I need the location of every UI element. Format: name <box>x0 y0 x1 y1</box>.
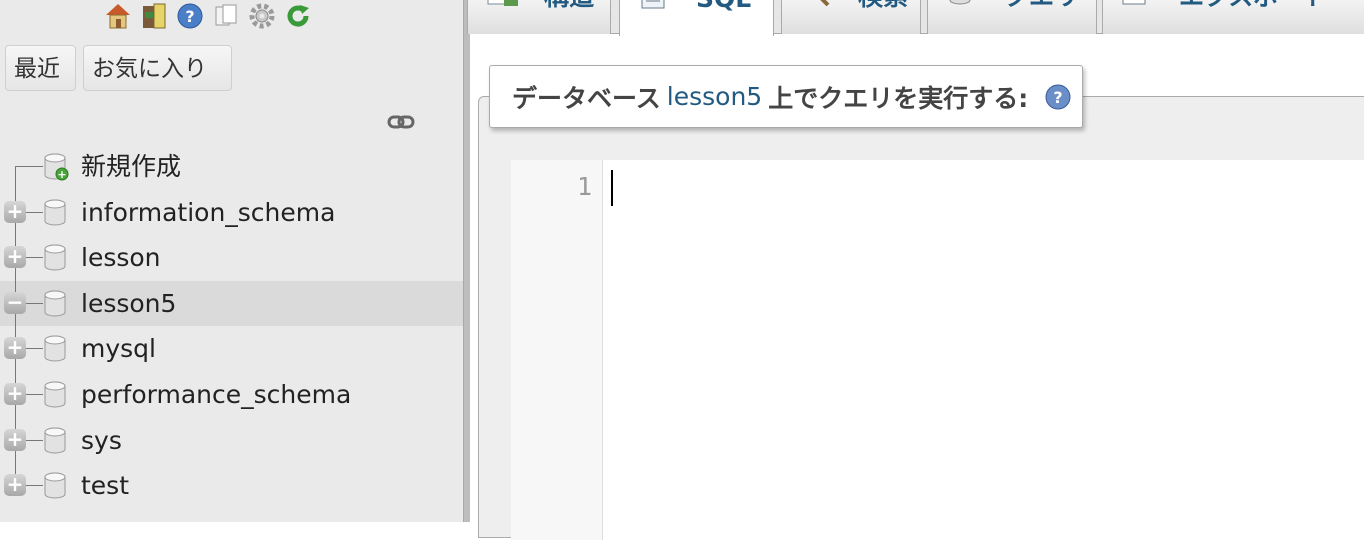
tree-line <box>26 211 43 213</box>
query-icon <box>946 0 980 12</box>
expand-icon[interactable]: + <box>4 382 26 405</box>
tree-item-lesson[interactable]: + lesson <box>0 235 463 282</box>
expand-icon[interactable]: + <box>4 428 26 451</box>
tree-item-new[interactable]: + 新規作成 <box>0 144 463 190</box>
legend-prefix: データベース <box>512 83 661 113</box>
tree-item-label[interactable]: test <box>81 463 129 508</box>
tree-line <box>26 257 43 259</box>
help-icon[interactable]: ? <box>1044 83 1072 111</box>
tab-structure[interactable]: 構造 <box>467 0 611 34</box>
tree-line <box>15 166 16 190</box>
search-icon <box>800 0 834 12</box>
new-database-icon[interactable]: + <box>43 153 69 185</box>
tab-export[interactable]: エクスポート <box>1102 0 1364 34</box>
tree-line <box>26 348 43 350</box>
help-icon[interactable]: ? <box>176 2 204 30</box>
documentation-icon[interactable] <box>212 2 240 30</box>
tree-item-mysql[interactable]: + mysql <box>0 326 463 373</box>
home-icon[interactable] <box>104 2 132 30</box>
nav-toolbar: ? <box>104 0 312 32</box>
chain-link-icon[interactable] <box>387 112 415 136</box>
structure-icon <box>486 0 520 12</box>
query-legend: データベース lesson5 上でクエリを実行する: ? <box>489 65 1084 128</box>
expand-icon[interactable]: + <box>4 474 26 497</box>
tree-item-label[interactable]: sys <box>81 418 122 463</box>
tab-search[interactable]: 検索 <box>781 0 921 34</box>
tree-item-performance-schema[interactable]: + performance_schema <box>0 371 463 418</box>
tree-item-label[interactable]: 新規作成 <box>81 144 181 189</box>
tree-line <box>26 393 43 395</box>
tree-item-label[interactable]: lesson <box>81 235 161 280</box>
tree-item-sys[interactable]: + sys <box>0 417 463 464</box>
tree-item-label[interactable]: performance_schema <box>81 372 351 417</box>
tree-item-label[interactable]: information_schema <box>81 190 335 235</box>
line-number-gutter: 1 <box>511 160 603 540</box>
tree-item-information-schema[interactable]: + information_schema <box>0 189 463 236</box>
export-icon <box>1121 0 1155 12</box>
database-icon[interactable] <box>43 427 69 459</box>
database-icon[interactable] <box>43 472 69 504</box>
sql-editor[interactable]: 1 <box>511 160 1364 540</box>
text-cursor <box>611 170 613 206</box>
expand-icon[interactable]: + <box>4 246 26 269</box>
main-panel: 構造 SQL 検索 クエリ エクスポート データ <box>467 0 1364 540</box>
tree-line <box>26 439 43 441</box>
database-icon[interactable] <box>43 244 69 276</box>
tree-item-test[interactable]: + test <box>0 463 463 509</box>
reload-icon[interactable] <box>284 2 312 30</box>
logout-icon[interactable] <box>140 2 168 30</box>
tab-label: SQL <box>696 0 751 14</box>
legend-suffix: 上でクエリを実行する: <box>768 83 1029 113</box>
sql-icon <box>638 0 672 14</box>
database-icon[interactable] <box>43 199 69 231</box>
line-number: 1 <box>576 172 592 201</box>
tab-sql[interactable]: SQL <box>619 0 774 36</box>
database-link[interactable]: lesson5 <box>667 82 762 111</box>
tab-label: 検索 <box>858 0 908 12</box>
tab-query[interactable]: クエリ <box>927 0 1097 34</box>
tree-item-label[interactable]: mysql <box>81 326 156 371</box>
database-icon[interactable] <box>43 381 69 413</box>
database-tree: + 新規作成 + information_schema + lesson − lesson5 +… <box>0 144 463 509</box>
tree-item-lesson5[interactable]: − lesson5 <box>0 280 463 327</box>
expand-icon[interactable]: + <box>4 337 26 360</box>
svg-text:?: ? <box>1054 88 1063 107</box>
tab-label: 構造 <box>544 0 594 12</box>
tab-label: エクスポート <box>1179 0 1328 12</box>
svg-text:+: + <box>57 168 66 181</box>
tab-bar: 構造 SQL 検索 クエリ エクスポート <box>467 0 1364 36</box>
tree-line <box>26 485 43 487</box>
database-icon[interactable] <box>43 290 69 322</box>
expand-icon[interactable]: + <box>4 200 26 223</box>
tree-line <box>15 166 43 167</box>
database-icon[interactable] <box>43 335 69 367</box>
tab-label: クエリ <box>1004 0 1079 12</box>
navigation-panel: ? 最近 お気に入り + 新規作成 + information_schema + less… <box>0 0 463 522</box>
tree-item-label[interactable]: lesson5 <box>81 281 176 326</box>
tree-line <box>26 302 43 304</box>
settings-icon[interactable] <box>248 2 276 30</box>
recent-button[interactable]: 最近 <box>5 45 76 91</box>
svg-text:?: ? <box>185 7 194 26</box>
favorites-button[interactable]: お気に入り <box>83 45 232 91</box>
collapse-icon[interactable]: − <box>4 291 26 314</box>
